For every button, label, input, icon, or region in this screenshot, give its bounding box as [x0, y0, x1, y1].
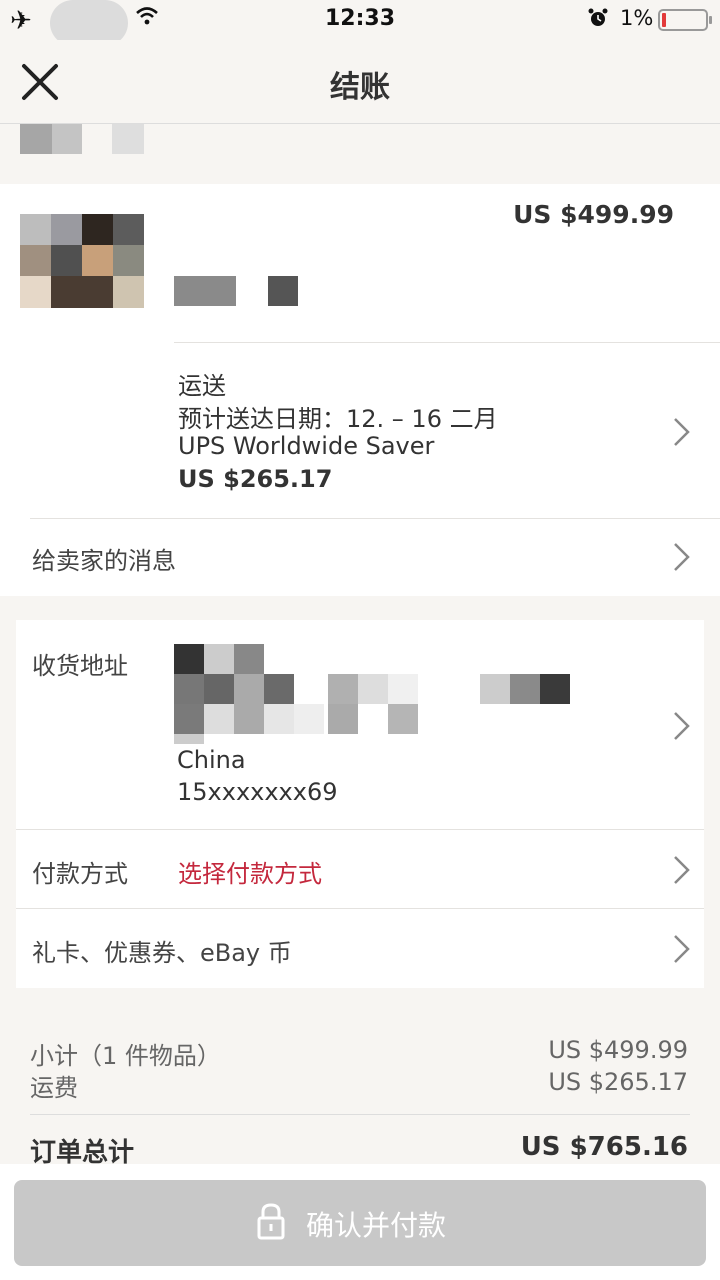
address-phone: 15xxxxxxx69: [177, 778, 338, 806]
subtotal-label: 小计（1 件物品）: [30, 1042, 221, 1070]
seller-message-row[interactable]: 给卖家的消息: [0, 519, 720, 596]
chevron-right-icon: [674, 935, 690, 963]
shipping-row[interactable]: 运送 预计送达日期：12. – 16 二月 UPS Worldwide Save…: [0, 344, 720, 518]
status-time: 12:33: [324, 6, 396, 31]
item-card: US $499.99 运送 预计送达日期：12. – 16 二月 UPS Wor…: [0, 184, 720, 596]
status-bar: ✈ 12:33 1%: [0, 0, 720, 46]
confirm-pay-button[interactable]: 确认并付款: [14, 1180, 706, 1266]
address-row[interactable]: 收货地址 China 15xxxxxxx69: [16, 620, 704, 829]
shipping-cost: US $265.17: [178, 465, 333, 493]
shipping-fee-label: 运费: [30, 1074, 78, 1102]
payment-method-row[interactable]: 付款方式 选择付款方式: [16, 830, 704, 908]
alarm-icon: [588, 8, 608, 26]
shipping-label: 运送: [178, 372, 226, 400]
seller-message-label: 给卖家的消息: [32, 547, 176, 575]
payment-label: 付款方式: [32, 860, 128, 888]
order-summary: 小计（1 件物品） US $499.99 运费 US $265.17 订单总计 …: [0, 1020, 720, 1170]
payment-select-link[interactable]: 选择付款方式: [178, 854, 322, 889]
shipping-service: UPS Worldwide Saver: [178, 432, 435, 460]
battery-percent: 1%: [620, 6, 654, 30]
address-redacted: [174, 644, 574, 744]
address-label: 收货地址: [32, 652, 128, 680]
item-title-redacted: [174, 276, 298, 306]
confirm-pay-label: 确认并付款: [305, 1209, 446, 1242]
subtotal-value: US $499.99: [548, 1036, 688, 1064]
page-title: 结账: [330, 70, 390, 105]
item-price: US $499.99: [513, 200, 674, 229]
gift-coupon-label: 礼卡、优惠券、eBay 币: [32, 939, 292, 967]
gift-coupon-row[interactable]: 礼卡、优惠券、eBay 币: [16, 909, 704, 988]
shipping-eta: 预计送达日期：12. – 16 二月: [178, 405, 498, 433]
checkout-details-card: 收货地址 China 15xxxxxxx69 付款方式 选择付款方式 礼卡、优惠…: [16, 620, 704, 988]
chevron-right-icon: [674, 543, 690, 571]
chevron-right-icon: [674, 712, 690, 740]
address-country: China: [177, 746, 246, 774]
seller-name-redacted: [20, 124, 144, 154]
nav-bar: 结账: [0, 40, 720, 124]
shipping-fee-value: US $265.17: [548, 1068, 688, 1096]
order-total-value: US $765.16: [520, 1132, 688, 1162]
chevron-right-icon: [674, 418, 690, 446]
chevron-right-icon: [674, 856, 690, 884]
item-thumbnail[interactable]: [20, 214, 144, 308]
battery-icon: [658, 9, 712, 31]
